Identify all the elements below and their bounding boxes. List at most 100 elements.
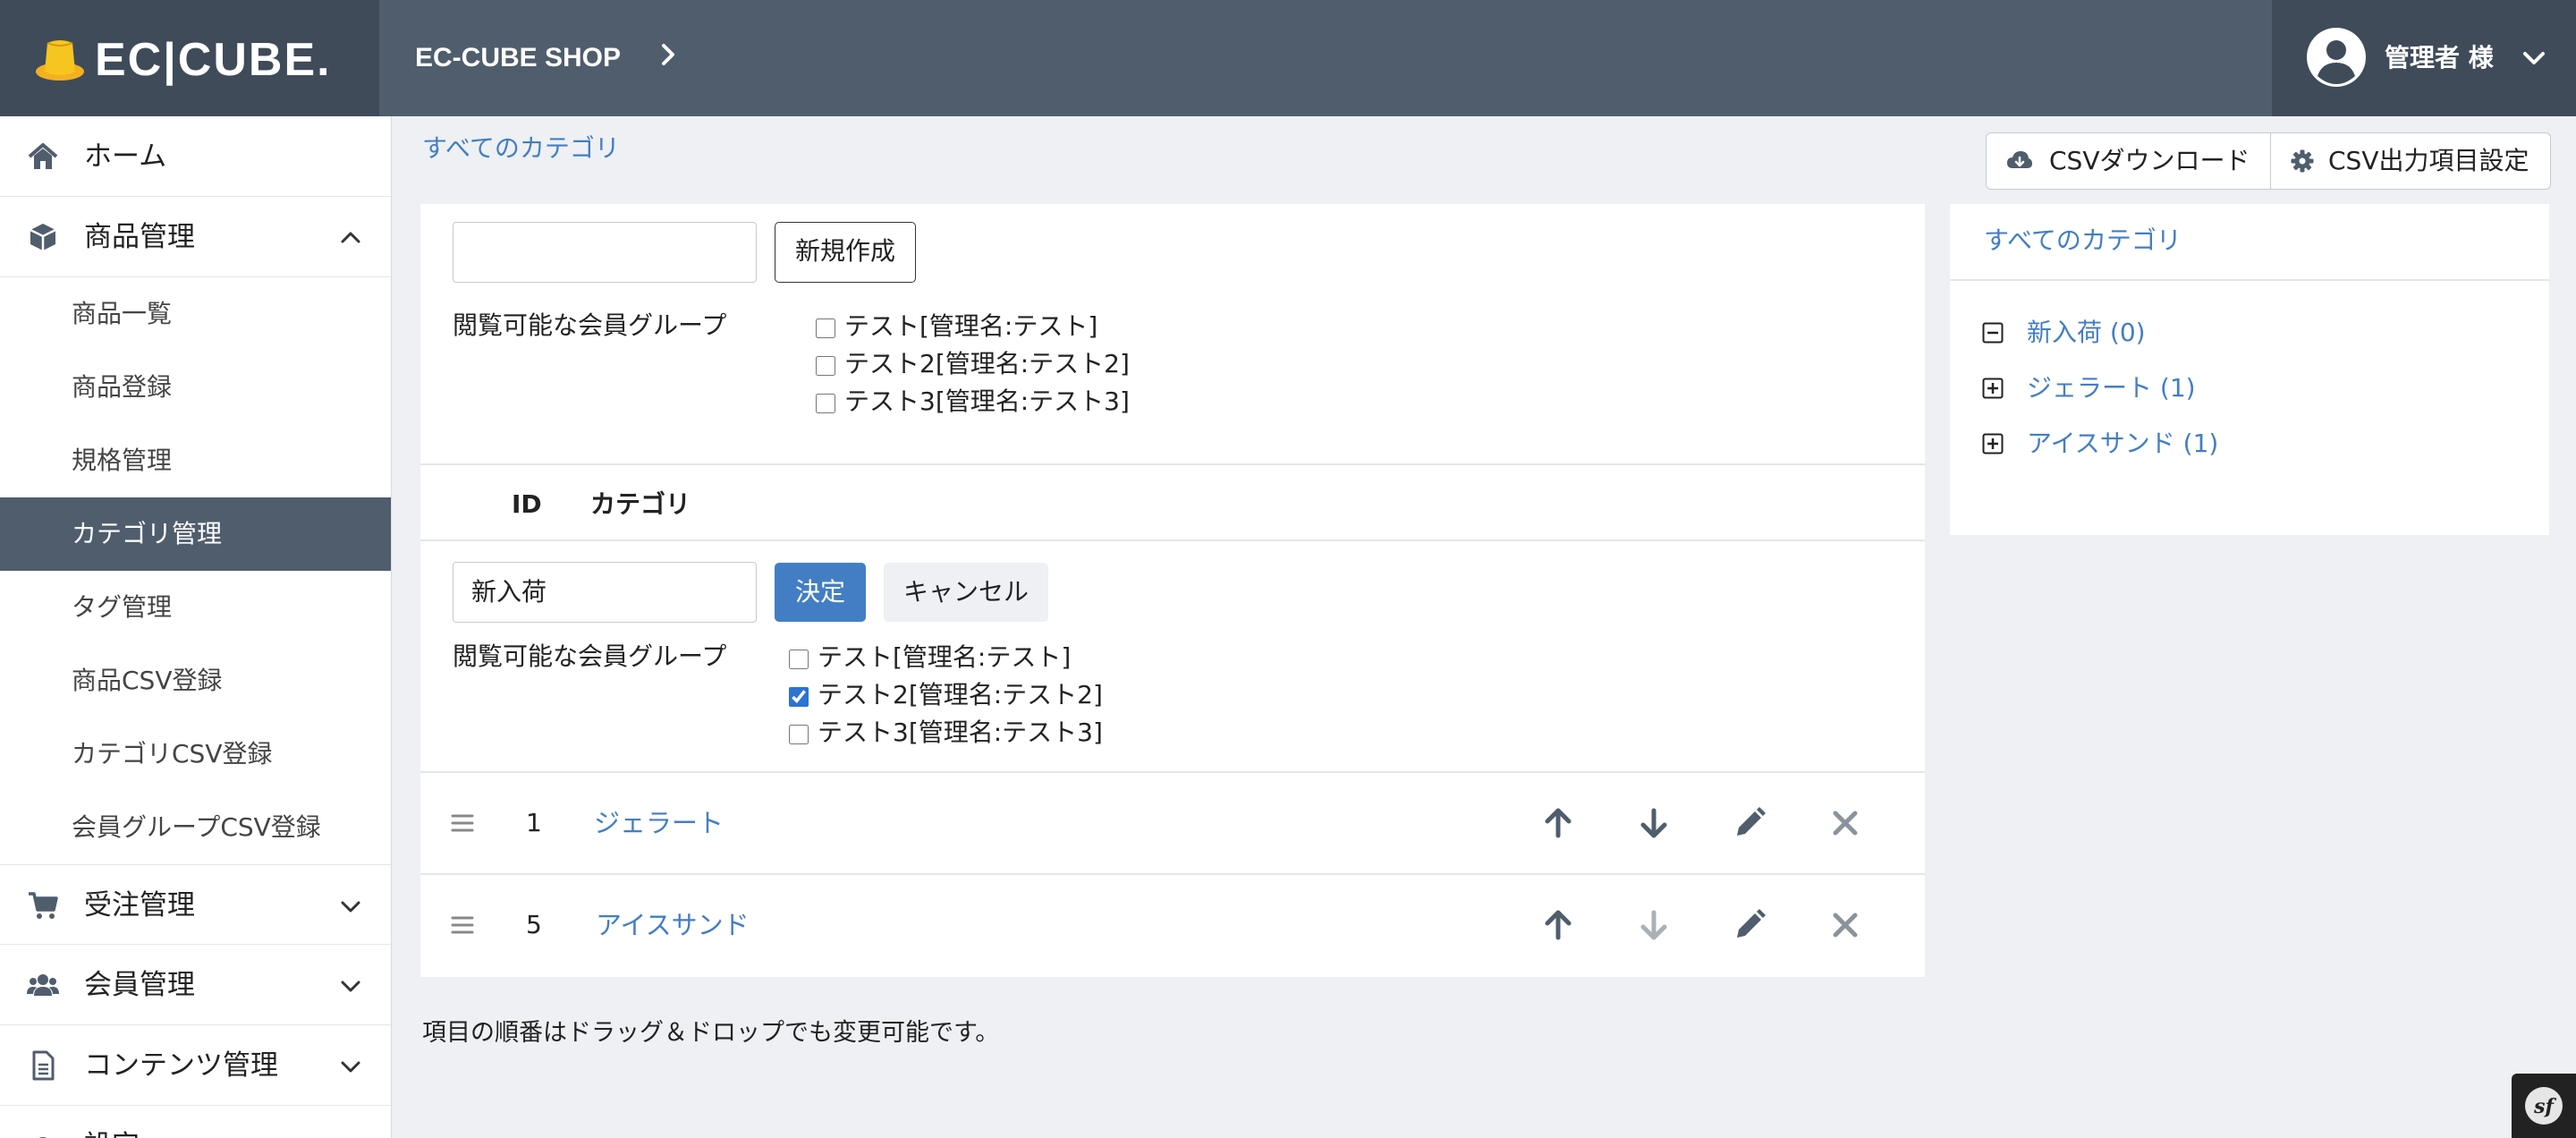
member-group-option-label: テスト2[管理名:テスト2] — [818, 680, 1103, 709]
drag-handle-icon[interactable] — [451, 914, 474, 936]
member-group-checkbox[interactable] — [816, 356, 835, 376]
sidebar-item-label: 会員管理 — [84, 969, 195, 1001]
member-group-option-label: テスト3[管理名:テスト3] — [844, 386, 1130, 416]
arrow-down-icon[interactable] — [1636, 805, 1672, 841]
divider — [420, 771, 1925, 773]
sidebar-item-label: 受注管理 — [84, 889, 195, 921]
new-category-name-input[interactable] — [453, 222, 757, 283]
close-delete-icon[interactable] — [1827, 805, 1863, 841]
shop-name-link[interactable]: EC-CUBE SHOP — [415, 41, 621, 75]
sidebar-subitem-label: 商品登録 — [72, 372, 173, 402]
user-menu[interactable]: 管理者 様 — [2272, 0, 2576, 116]
column-header-id: ID — [512, 489, 542, 519]
sidebar-subitem-category-csv[interactable]: カテゴリCSV登録 — [0, 718, 391, 791]
sidebar-subitem-tag-management[interactable]: タグ管理 — [0, 571, 391, 644]
sidebar-item-contents[interactable]: コンテンツ管理 — [0, 1025, 391, 1106]
divider — [420, 873, 1925, 875]
tree-item-label[interactable]: ジェラート (1) — [2027, 372, 2196, 404]
symfony-toolbar-toggle[interactable]: sf — [2512, 1074, 2576, 1138]
sidebar-subitem-class-management[interactable]: 規格管理 — [0, 424, 391, 497]
symfony-logo-icon: sf — [2525, 1087, 2563, 1125]
sidebar: ホーム 商品管理 商品一覧 商品登録 規格管理 カテゴリ管理 タグ管理 商品CS… — [0, 116, 392, 1138]
sidebar-item-members[interactable]: 会員管理 — [0, 945, 391, 1025]
member-group-checkbox[interactable] — [789, 725, 809, 744]
sidebar-subitem-label: 商品一覧 — [72, 299, 173, 328]
users-icon — [27, 974, 59, 996]
sidebar-subitem-label: タグ管理 — [72, 592, 173, 622]
csv-settings-label: CSV出力項目設定 — [2328, 146, 2529, 175]
arrow-up-icon[interactable] — [1540, 805, 1576, 841]
sidebar-item-label: コンテンツ管理 — [84, 1049, 278, 1082]
sidebar-item-label: 設定 — [84, 1128, 140, 1138]
logo[interactable]: EC|CUBE. — [0, 0, 379, 116]
pencil-edit-icon[interactable] — [1732, 805, 1767, 841]
arrow-down-icon — [1640, 910, 1667, 940]
divider — [420, 539, 1925, 541]
sidebar-subitem-label: 会員グループCSV登録 — [72, 812, 321, 842]
sidebar-subitem-product-list[interactable]: 商品一覧 — [0, 277, 391, 351]
chevron-down-icon — [341, 1061, 360, 1073]
tree-item-label[interactable]: 新入荷 (0) — [2027, 317, 2146, 349]
close-delete-icon[interactable] — [1827, 907, 1863, 943]
sidebar-subitem-category-management[interactable]: カテゴリ管理 — [0, 497, 391, 571]
chevron-right-icon[interactable] — [657, 41, 680, 68]
edit-category-name-input[interactable]: 新入荷 — [453, 562, 757, 623]
svg-text:sf: sf — [2533, 1095, 2556, 1118]
cancel-button[interactable]: キャンセル — [884, 563, 1048, 622]
sidebar-item-label: ホーム — [84, 140, 167, 173]
logo-hat-icon — [36, 40, 84, 81]
collapse-minus-icon[interactable] — [1982, 322, 2004, 344]
member-group-checkbox[interactable] — [789, 650, 809, 669]
arrow-up-icon[interactable] — [1540, 907, 1576, 943]
sidebar-item-label: 商品管理 — [84, 221, 195, 253]
category-name-link[interactable]: ジェラート — [594, 807, 724, 839]
member-group-option-label: テスト[管理名:テスト] — [818, 642, 1072, 672]
member-group-label: 閲覧可能な会員グループ — [453, 310, 727, 340]
sidebar-item-products[interactable]: 商品管理 — [0, 197, 391, 277]
breadcrumb-all-categories[interactable]: すべてのカテゴリ — [422, 132, 620, 165]
row-id: 1 — [526, 808, 542, 837]
member-group-checkbox[interactable] — [816, 318, 835, 338]
expand-plus-icon[interactable] — [1982, 378, 2004, 399]
gear-icon — [38, 1137, 47, 1138]
member-group-checkbox[interactable] — [789, 687, 809, 707]
category-list-card: 新規作成 閲覧可能な会員グループ テスト[管理名:テスト] テスト2[管理名:テ… — [420, 204, 1925, 977]
sidebar-item-orders[interactable]: 受注管理 — [0, 864, 391, 945]
gear-icon — [2291, 149, 2314, 173]
member-group-option-label: テスト3[管理名:テスト3] — [818, 718, 1103, 747]
chevron-down-icon — [2523, 52, 2545, 64]
category-tree-card: すべてのカテゴリ 新入荷 (0) ジェラート (1) アイスサンド (1) — [1950, 204, 2549, 535]
logo-text: EC|CUBE. — [95, 34, 332, 86]
divider — [420, 463, 1925, 465]
expand-plus-icon[interactable] — [1982, 433, 2004, 454]
sidebar-subitem-label: カテゴリCSV登録 — [72, 739, 273, 769]
drag-handle-icon[interactable] — [451, 812, 474, 834]
member-group-option-label: テスト2[管理名:テスト2] — [844, 349, 1130, 378]
file-icon — [32, 1050, 55, 1081]
user-name: 管理者 様 — [2385, 43, 2494, 72]
member-group-label: 閲覧可能な会員グループ — [453, 641, 727, 671]
cloud-download-icon — [2007, 151, 2032, 168]
chevron-up-icon — [341, 232, 360, 243]
tree-item-label[interactable]: アイスサンド (1) — [2027, 428, 2218, 460]
sidebar-subitem-member-group-csv[interactable]: 会員グループCSV登録 — [0, 791, 391, 864]
category-name-link[interactable]: アイスサンド — [596, 909, 750, 941]
chevron-down-icon — [341, 981, 360, 992]
tree-all-categories-link[interactable]: すべてのカテゴリ — [1984, 222, 2182, 259]
create-category-button[interactable]: 新規作成 — [775, 222, 916, 283]
sidebar-item-settings[interactable]: 設定 — [0, 1106, 391, 1138]
csv-settings-button[interactable]: CSV出力項目設定 — [2271, 133, 2550, 189]
submit-button[interactable]: 決定 — [775, 563, 866, 622]
member-group-option-label: テスト[管理名:テスト] — [844, 311, 1098, 341]
chevron-down-icon — [341, 901, 360, 913]
csv-download-button[interactable]: CSVダウンロード — [1987, 133, 2269, 189]
csv-button-group: CSVダウンロード CSV出力項目設定 — [1986, 132, 2551, 190]
user-avatar-icon — [2307, 28, 2366, 87]
sidebar-item-home[interactable]: ホーム — [0, 116, 391, 197]
cart-icon — [29, 892, 58, 919]
pencil-edit-icon[interactable] — [1732, 907, 1767, 943]
sidebar-subitem-product-csv[interactable]: 商品CSV登録 — [0, 644, 391, 718]
member-group-checkbox[interactable] — [816, 394, 835, 413]
drag-drop-hint: 項目の順番はドラッグ＆ドロップでも変更可能です。 — [422, 1019, 1000, 1047]
sidebar-subitem-product-register[interactable]: 商品登録 — [0, 351, 391, 424]
